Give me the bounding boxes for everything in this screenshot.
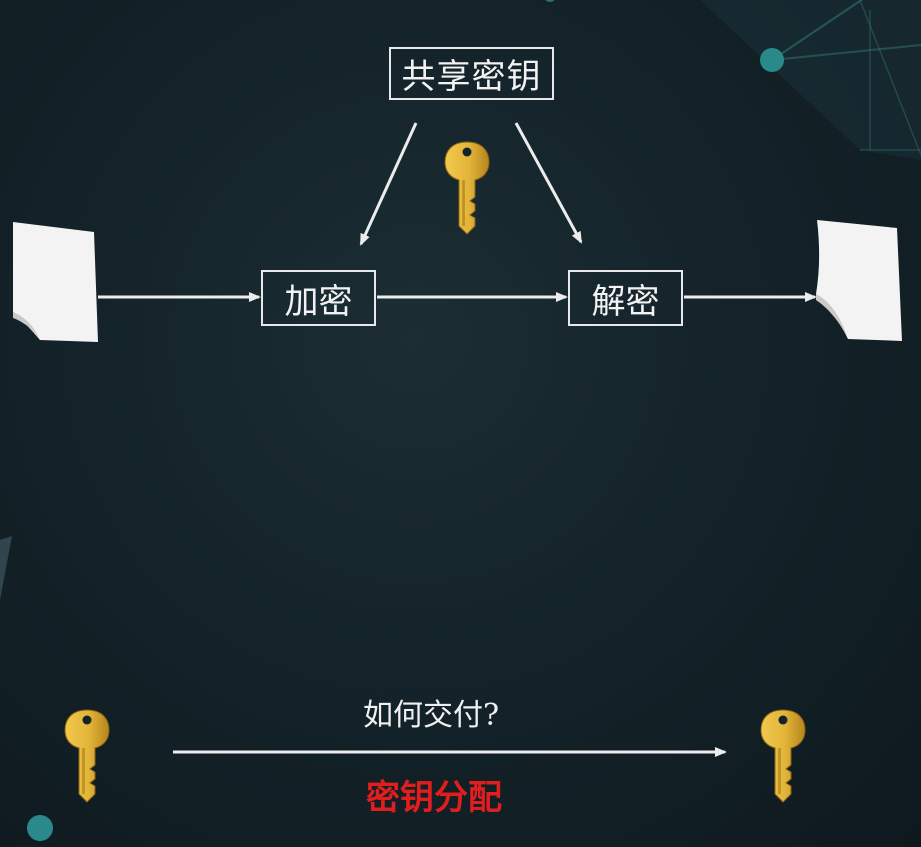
paper-document-icon	[816, 220, 902, 341]
key-icon	[760, 709, 806, 803]
key-icon	[64, 709, 110, 803]
encrypt-label: 加密	[284, 281, 353, 322]
decrypt-label: 解密	[591, 281, 660, 322]
delivery-question-label: 如何交付?	[363, 698, 500, 733]
shared-key-label-box: 共享密钥	[389, 47, 554, 100]
shared-key-label: 共享密钥	[401, 57, 542, 97]
key-icon	[444, 141, 490, 235]
diagram-canvas: 共享密钥 加密 解密 如何交付? 密钥分配	[0, 0, 921, 847]
encrypt-box: 加密	[261, 270, 376, 326]
decrypt-box: 解密	[568, 270, 683, 326]
arrow-key-to-decrypt	[514, 122, 583, 244]
paper-document-icon	[13, 222, 98, 342]
arrow-key-to-encrypt	[359, 122, 418, 246]
key-distribution-label: 密钥分配	[366, 778, 502, 818]
